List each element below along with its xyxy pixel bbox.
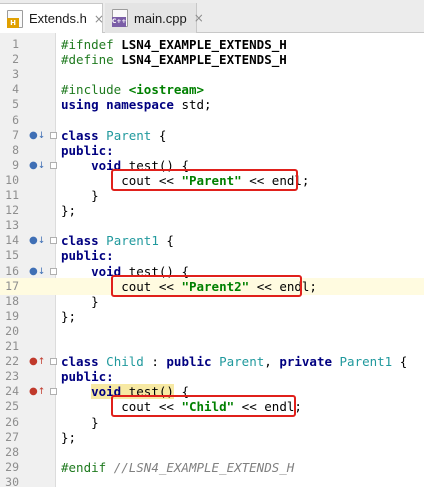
brace: { bbox=[166, 233, 174, 249]
brace: { bbox=[399, 354, 408, 370]
fold-icon[interactable] bbox=[50, 267, 57, 275]
class-name: Parent1 bbox=[106, 233, 159, 249]
tab-main-cpp[interactable]: C++ main.cpp × bbox=[105, 3, 204, 33]
keyword: public: bbox=[61, 369, 114, 385]
macro-name: LSN4_EXAMPLE_EXTENDS_H bbox=[121, 37, 287, 52]
editor-tab-bar: H Extends.h × C++ main.cpp × bbox=[0, 0, 424, 33]
keyword: class bbox=[61, 233, 99, 249]
keyword: public: bbox=[61, 142, 114, 158]
close-icon[interactable]: × bbox=[194, 11, 204, 25]
brace: }; bbox=[61, 203, 77, 219]
close-icon[interactable]: × bbox=[94, 12, 104, 26]
punctuation: : bbox=[151, 354, 159, 370]
fold-icon[interactable] bbox=[50, 358, 57, 366]
include-header: <iostream> bbox=[128, 82, 205, 98]
punctuation: , bbox=[264, 354, 272, 370]
highlight-box bbox=[111, 395, 296, 418]
highlight-box bbox=[111, 168, 298, 191]
cpp-file-icon: C++ bbox=[112, 9, 128, 27]
preprocessor-directive: #endif bbox=[61, 459, 107, 475]
keyword: public bbox=[166, 354, 212, 370]
preprocessor-directive: #define bbox=[61, 52, 114, 68]
fold-icon[interactable] bbox=[50, 388, 57, 396]
class-name: Parent1 bbox=[339, 354, 393, 370]
class-name: Parent bbox=[106, 127, 152, 143]
tab-label: main.cpp bbox=[134, 10, 187, 26]
brace: }; bbox=[61, 308, 77, 324]
keyword: using bbox=[61, 97, 99, 113]
keyword: namespace bbox=[106, 97, 174, 113]
keyword: public: bbox=[61, 248, 114, 264]
class-name: Child bbox=[106, 354, 144, 370]
highlight-box bbox=[111, 274, 302, 297]
namespace-name: std; bbox=[181, 97, 212, 113]
brace: } bbox=[91, 188, 99, 203]
brace: } bbox=[91, 414, 99, 430]
brace: }; bbox=[61, 429, 77, 445]
header-file-icon: H bbox=[7, 9, 23, 28]
tab-extends-h[interactable]: H Extends.h × bbox=[0, 3, 104, 33]
code-line: 30 bbox=[0, 474, 424, 491]
keyword: private bbox=[279, 354, 332, 370]
brace: } bbox=[91, 293, 99, 309]
keyword: class bbox=[61, 354, 99, 370]
comment: //LSN4_EXAMPLE_EXTENDS_H bbox=[113, 459, 295, 475]
fold-icon[interactable] bbox=[50, 237, 57, 245]
tab-label: Extends.h bbox=[29, 11, 87, 26]
keyword: class bbox=[61, 127, 99, 143]
class-name: Parent bbox=[219, 354, 265, 370]
preprocessor-directive: #include bbox=[61, 82, 122, 98]
macro-name: LSN4_EXAMPLE_EXTENDS_H bbox=[121, 52, 287, 68]
fold-icon[interactable] bbox=[50, 161, 57, 169]
line-number: 30 bbox=[5, 474, 19, 489]
brace: { bbox=[158, 127, 167, 143]
preprocessor-directive: #ifndef bbox=[61, 37, 114, 52]
fold-icon[interactable] bbox=[50, 131, 57, 139]
